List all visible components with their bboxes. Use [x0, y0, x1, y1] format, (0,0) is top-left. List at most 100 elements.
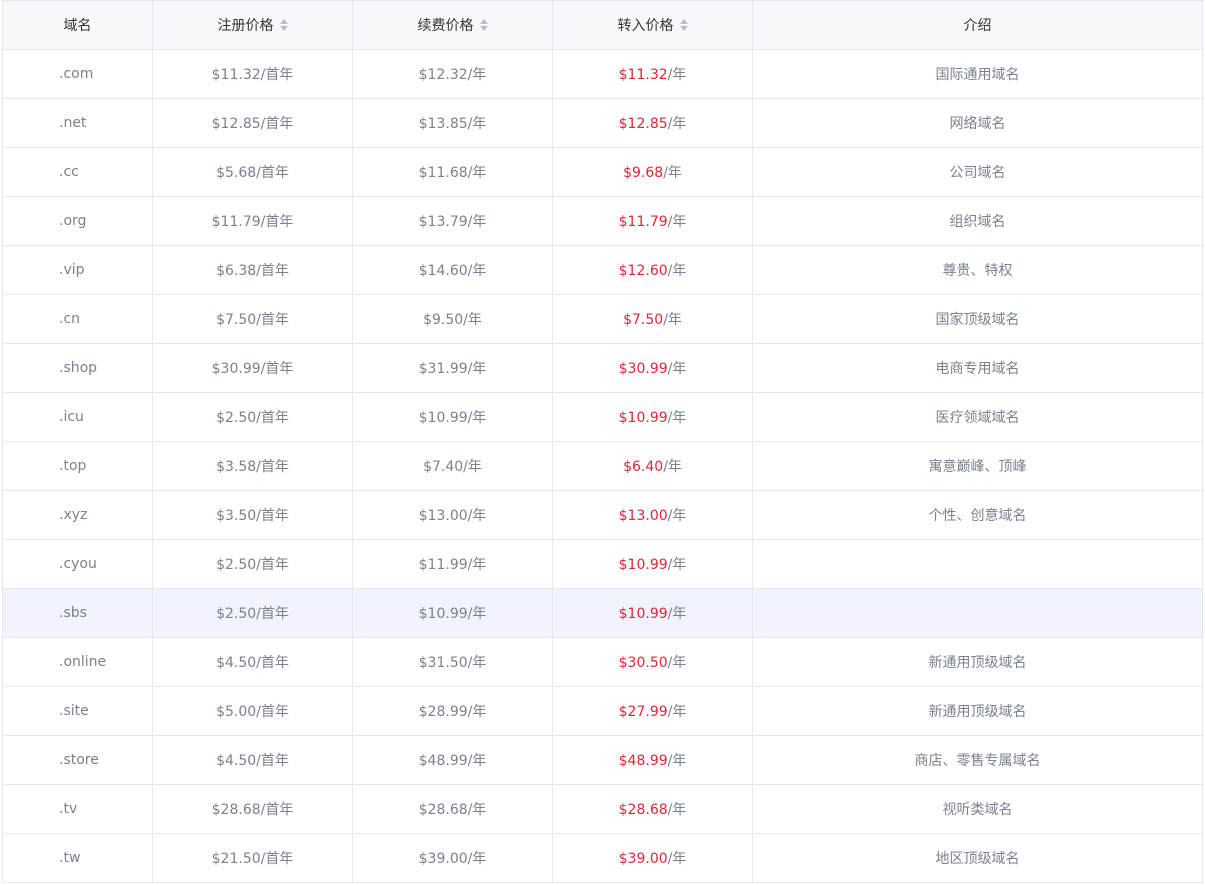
cell-renew-price: $13.00/年 — [352, 490, 553, 540]
header-renew-label: 续费价格 — [417, 18, 474, 34]
table-row[interactable]: .cyou $2.50/首年 $11.99/年 $10.99/年 — [2, 539, 1203, 589]
transfer-price-value: $9.68 — [623, 165, 664, 181]
sort-ascending-icon[interactable] — [279, 19, 288, 24]
cell-renew-price: $11.68/年 — [352, 147, 553, 197]
cell-intro — [752, 539, 1203, 589]
cell-register-price: $5.68/首年 — [152, 147, 353, 197]
cell-transfer-price: $30.99/年 — [552, 343, 753, 393]
sort-caret-icon[interactable] — [679, 19, 688, 31]
table-row[interactable]: .cc $5.68/首年 $11.68/年 $9.68/年 公司域名 — [2, 147, 1203, 197]
header-domain-label: 域名 — [63, 18, 92, 34]
cell-renew-price: $12.32/年 — [352, 49, 553, 99]
cell-transfer-price: $12.85/年 — [552, 98, 753, 148]
cell-renew-price: $48.99/年 — [352, 735, 553, 785]
transfer-price-value: $27.99 — [618, 704, 668, 720]
sort-ascending-icon[interactable] — [479, 19, 488, 24]
table-row[interactable]: .tv $28.68/首年 $28.68/年 $28.68/年 视听类域名 — [2, 784, 1203, 834]
cell-intro: 尊贵、特权 — [752, 245, 1203, 295]
table-row[interactable]: .tw $21.50/首年 $39.00/年 $39.00/年 地区顶级域名 — [2, 833, 1203, 883]
cell-transfer-price: $27.99/年 — [552, 686, 753, 736]
cell-domain: .shop — [2, 343, 153, 393]
table-row[interactable]: .org $11.79/首年 $13.79/年 $11.79/年 组织域名 — [2, 196, 1203, 246]
transfer-price-value: $30.50 — [618, 655, 668, 671]
cell-transfer-price: $48.99/年 — [552, 735, 753, 785]
cell-register-price: $11.79/首年 — [152, 196, 353, 246]
table-row[interactable]: .icu $2.50/首年 $10.99/年 $10.99/年 医疗领域域名 — [2, 392, 1203, 442]
cell-transfer-price: $12.60/年 — [552, 245, 753, 295]
cell-intro — [752, 588, 1203, 638]
cell-intro: 电商专用域名 — [752, 343, 1203, 393]
cell-domain: .store — [2, 735, 153, 785]
cell-domain: .site — [2, 686, 153, 736]
cell-intro: 个性、创意域名 — [752, 490, 1203, 540]
table-row[interactable]: .cn $7.50/首年 $9.50/年 $7.50/年 国家顶级域名 — [2, 294, 1203, 344]
cell-transfer-price: $6.40/年 — [552, 441, 753, 491]
cell-transfer-price: $10.99/年 — [552, 588, 753, 638]
table-row[interactable]: .sbs $2.50/首年 $10.99/年 $10.99/年 — [2, 588, 1203, 638]
cell-domain: .tw — [2, 833, 153, 883]
table-header: 域名 注册价格 续费价格 转入价格 介绍 — [2, 0, 1203, 50]
transfer-price-unit: /年 — [667, 704, 687, 720]
sort-descending-icon[interactable] — [679, 26, 688, 31]
cell-transfer-price: $10.99/年 — [552, 539, 753, 589]
cell-register-price: $11.32/首年 — [152, 49, 353, 99]
cell-register-price: $30.99/首年 — [152, 343, 353, 393]
sort-caret-icon[interactable] — [279, 19, 288, 31]
transfer-price-value: $12.60 — [618, 263, 668, 279]
table-row[interactable]: .xyz $3.50/首年 $13.00/年 $13.00/年 个性、创意域名 — [2, 490, 1203, 540]
table-row[interactable]: .vip $6.38/首年 $14.60/年 $12.60/年 尊贵、特权 — [2, 245, 1203, 295]
table-row[interactable]: .store $4.50/首年 $48.99/年 $48.99/年 商店、零售专属域名 — [2, 735, 1203, 785]
transfer-price-unit: /年 — [667, 116, 687, 132]
cell-renew-price: $7.40/年 — [352, 441, 553, 491]
table-row[interactable]: .online $4.50/首年 $31.50/年 $30.50/年 新通用顶级域名 — [2, 637, 1203, 687]
cell-register-price: $4.50/首年 — [152, 637, 353, 687]
header-register-price[interactable]: 注册价格 — [152, 0, 353, 50]
header-intro-label: 介绍 — [963, 18, 992, 34]
cell-domain: .sbs — [2, 588, 153, 638]
cell-domain: .online — [2, 637, 153, 687]
transfer-price-unit: /年 — [667, 655, 687, 671]
sort-caret-icon[interactable] — [479, 19, 488, 31]
transfer-price-value: $13.00 — [618, 508, 668, 524]
cell-renew-price: $9.50/年 — [352, 294, 553, 344]
table-row[interactable]: .com $11.32/首年 $12.32/年 $11.32/年 国际通用域名 — [2, 49, 1203, 99]
cell-intro: 组织域名 — [752, 196, 1203, 246]
transfer-price-value: $28.68 — [618, 802, 668, 818]
cell-register-price: $3.58/首年 — [152, 441, 353, 491]
transfer-price-unit: /年 — [663, 312, 682, 328]
cell-register-price: $7.50/首年 — [152, 294, 353, 344]
cell-transfer-price: $9.68/年 — [552, 147, 753, 197]
table-row[interactable]: .site $5.00/首年 $28.99/年 $27.99/年 新通用顶级域名 — [2, 686, 1203, 736]
cell-transfer-price: $13.00/年 — [552, 490, 753, 540]
sort-descending-icon[interactable] — [279, 26, 288, 31]
sort-ascending-icon[interactable] — [679, 19, 688, 24]
transfer-price-unit: /年 — [667, 851, 687, 867]
cell-intro: 医疗领域域名 — [752, 392, 1203, 442]
cell-intro: 新通用顶级域名 — [752, 686, 1203, 736]
transfer-price-value: $10.99 — [618, 606, 668, 622]
cell-transfer-price: $10.99/年 — [552, 392, 753, 442]
table-row[interactable]: .net $12.85/首年 $13.85/年 $12.85/年 网络域名 — [2, 98, 1203, 148]
sort-descending-icon[interactable] — [479, 26, 488, 31]
header-renew-price[interactable]: 续费价格 — [352, 0, 553, 50]
transfer-price-value: $12.85 — [618, 116, 668, 132]
header-domain: 域名 — [2, 0, 153, 50]
transfer-price-unit: /年 — [663, 459, 682, 475]
cell-domain: .icu — [2, 392, 153, 442]
cell-renew-price: $11.99/年 — [352, 539, 553, 589]
table-row[interactable]: .shop $30.99/首年 $31.99/年 $30.99/年 电商专用域名 — [2, 343, 1203, 393]
cell-renew-price: $14.60/年 — [352, 245, 553, 295]
cell-domain: .cyou — [2, 539, 153, 589]
cell-domain: .org — [2, 196, 153, 246]
header-transfer-price[interactable]: 转入价格 — [552, 0, 753, 50]
transfer-price-unit: /年 — [667, 214, 687, 230]
transfer-price-value: $39.00 — [618, 851, 668, 867]
cell-domain: .top — [2, 441, 153, 491]
cell-intro: 新通用顶级域名 — [752, 637, 1203, 687]
cell-transfer-price: $39.00/年 — [552, 833, 753, 883]
cell-transfer-price: $11.32/年 — [552, 49, 753, 99]
cell-intro: 国际通用域名 — [752, 49, 1203, 99]
transfer-price-value: $10.99 — [618, 410, 668, 426]
transfer-price-value: $11.79 — [618, 214, 668, 230]
table-row[interactable]: .top $3.58/首年 $7.40/年 $6.40/年 寓意巅峰、顶峰 — [2, 441, 1203, 491]
